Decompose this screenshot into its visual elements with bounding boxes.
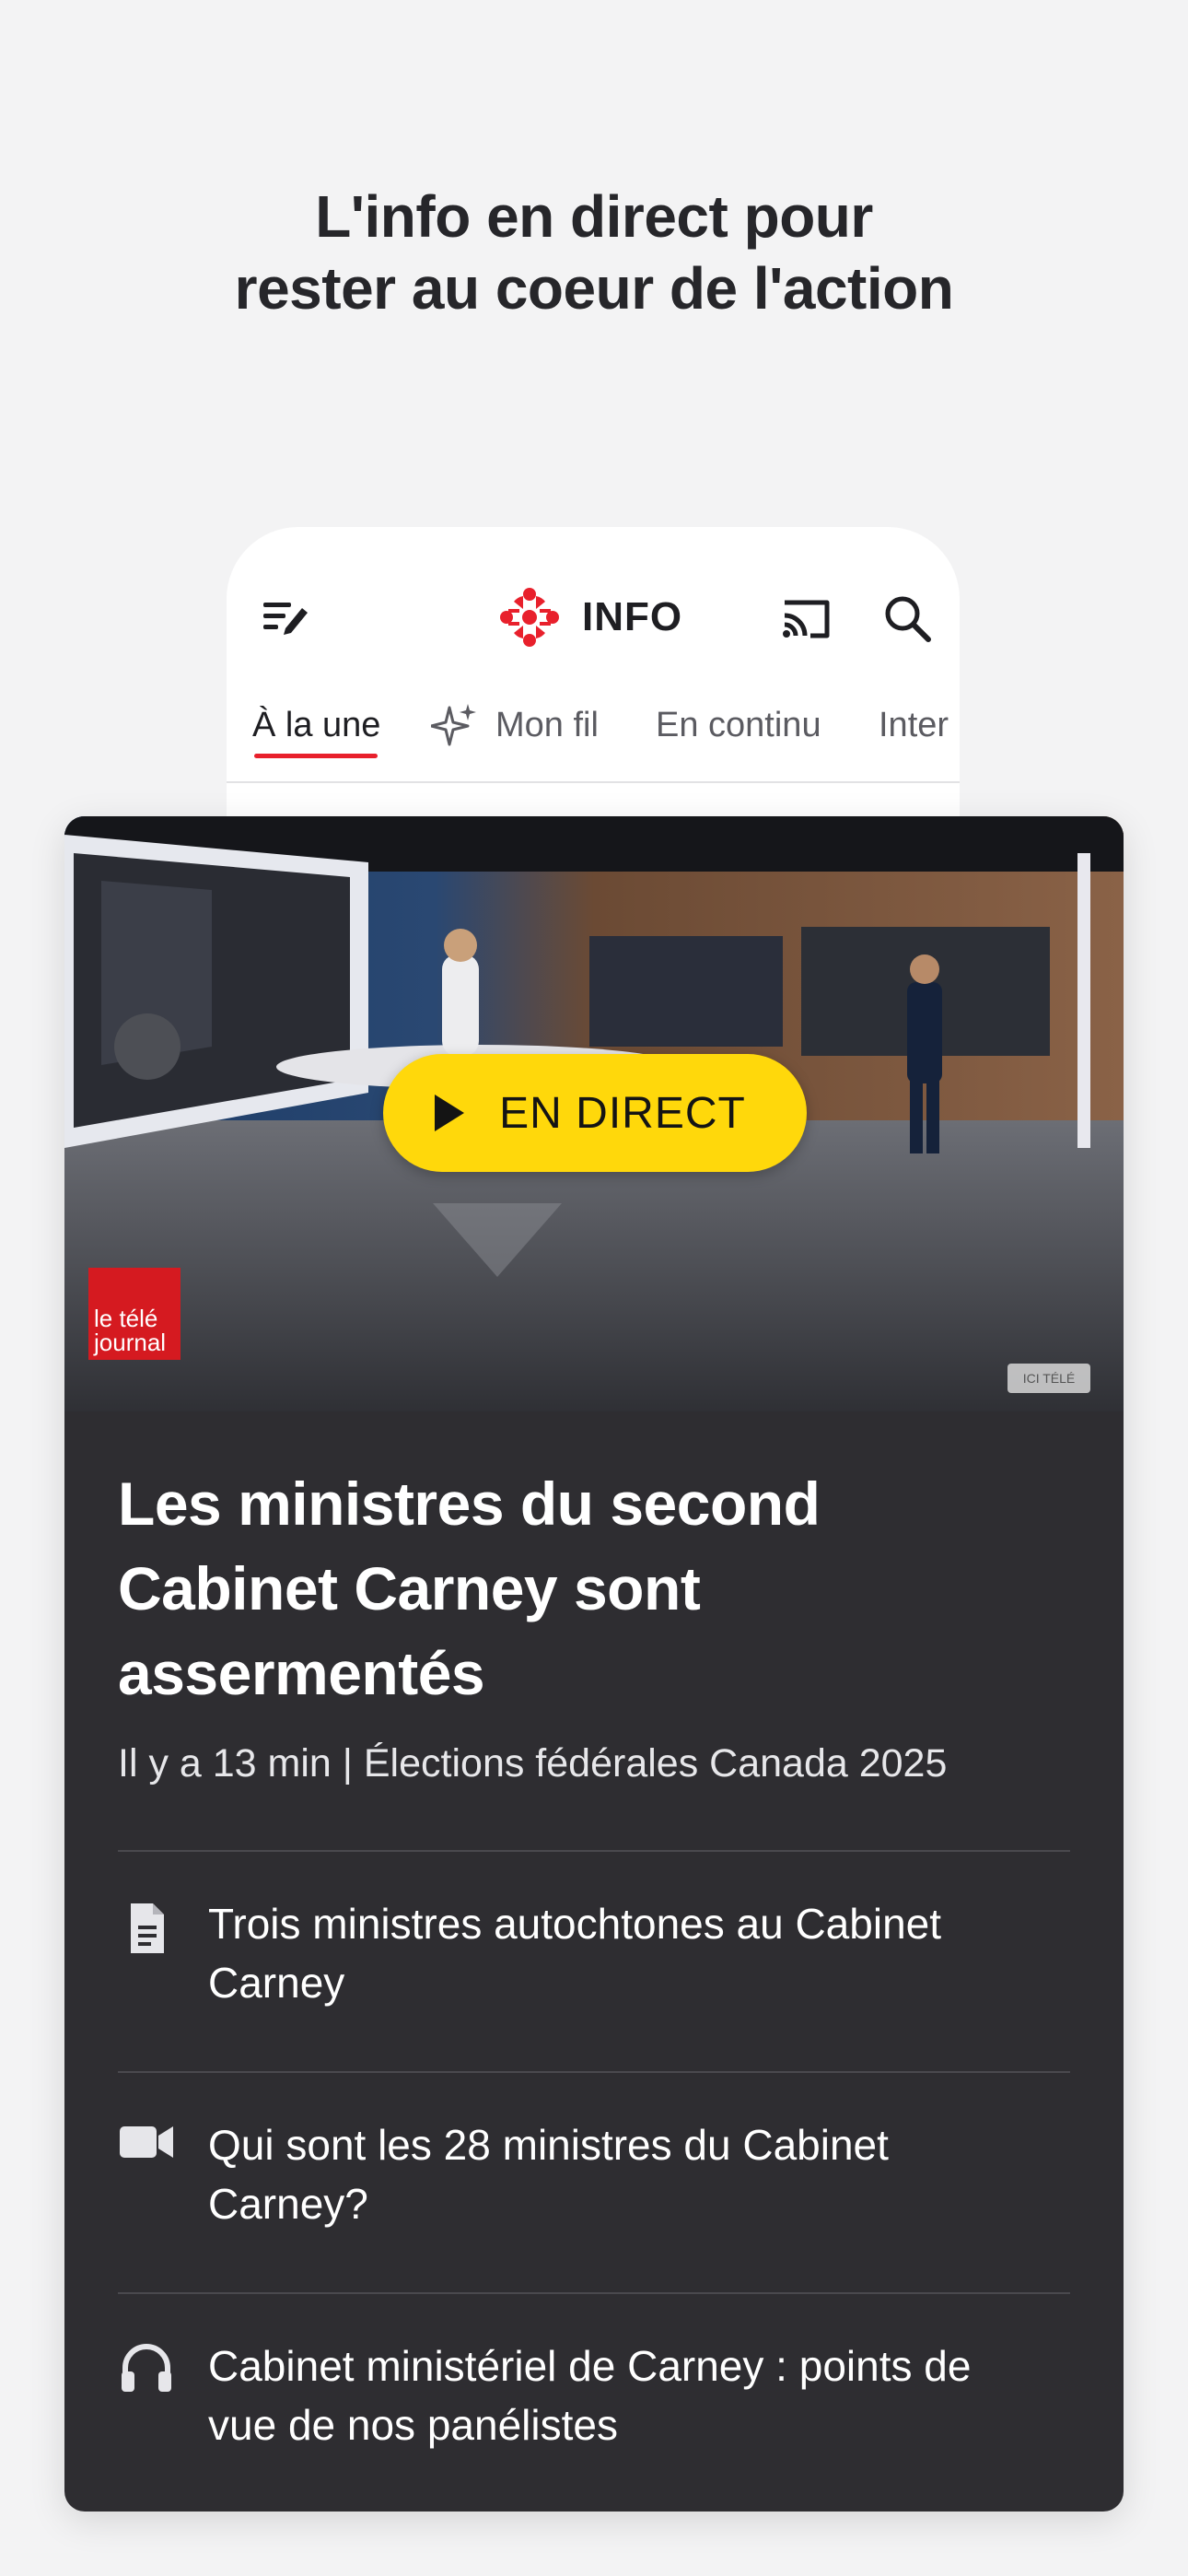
channel-logo-line-2: journal (94, 1329, 167, 1356)
app-bar: INFO (227, 527, 960, 674)
brand-text: INFO (582, 594, 683, 639)
video-camera-icon (120, 2126, 173, 2158)
tab-a-la-une[interactable]: À la une (252, 693, 380, 781)
channel-logo-line-1: le télé (94, 1305, 158, 1332)
tab-en-continu[interactable]: En continu (656, 693, 821, 781)
search-icon[interactable] (882, 593, 932, 643)
tab-mon-fil[interactable]: Mon fil (495, 693, 599, 781)
article-meta: Il y a 13 min | Élections fédérales Cana… (118, 1741, 948, 1786)
play-icon (435, 1095, 465, 1131)
live-label: EN DIRECT (499, 1088, 746, 1138)
tab-inter[interactable]: Inter (879, 693, 949, 781)
tab-bar: À la une Mon fil En continu Inter (227, 693, 960, 783)
tab-label: À la une (252, 706, 381, 744)
promo-headline-line-2: rester au coeur de l'action (234, 255, 954, 322)
article-title-line-1: Les ministres du second (118, 1469, 821, 1538)
menu-edit-icon[interactable] (262, 597, 313, 638)
live-story-card[interactable]: EN DIRECT le télé journal ICI TÉLÉ Les m… (64, 816, 1124, 2512)
document-icon (131, 1903, 164, 1953)
tab-label: Mon fil (495, 706, 599, 744)
live-button[interactable]: EN DIRECT (383, 1054, 807, 1172)
active-tab-indicator (254, 754, 378, 758)
video-player[interactable]: EN DIRECT le télé journal ICI TÉLÉ (64, 816, 1124, 1411)
related-line-2: Carney? (208, 2180, 368, 2228)
tab-label: Inter (879, 706, 949, 744)
related-item-text: Trois ministres autochtones au Cabinet C… (208, 1894, 1092, 2012)
related-line-1: Trois ministres autochtones au Cabinet (208, 1900, 942, 1948)
headphones-icon (122, 2344, 171, 2392)
promo-headline: L'info en direct pour rester au coeur de… (0, 181, 1188, 324)
related-item-text: Cabinet ministériel de Carney : points d… (208, 2336, 1092, 2454)
network-badge: ICI TÉLÉ (1007, 1364, 1090, 1393)
article-title-line-3: assermentés (118, 1639, 485, 1707)
channel-logo: le télé journal (88, 1268, 181, 1360)
related-line-2: Carney (208, 1959, 345, 2007)
article-title-line-2: Cabinet Carney sont (118, 1554, 701, 1622)
related-line-1: Qui sont les 28 ministres du Cabinet (208, 2121, 889, 2169)
divider (118, 1850, 1070, 1852)
related-line-1: Cabinet ministériel de Carney : points d… (208, 2342, 972, 2390)
tab-label: En continu (656, 706, 821, 744)
brand-logo[interactable]: INFO (497, 584, 682, 650)
sparkle-icon (431, 704, 476, 746)
cast-icon[interactable] (779, 595, 833, 641)
article-title[interactable]: Les ministres du second Cabinet Carney s… (118, 1461, 1076, 1715)
divider (118, 2071, 1070, 2073)
related-item-text: Qui sont les 28 ministres du Cabinet Car… (208, 2115, 1092, 2233)
divider (118, 2292, 1070, 2294)
promo-headline-line-1: L'info en direct pour (315, 183, 873, 250)
radio-canada-gem-icon (500, 588, 559, 647)
related-line-2: vue de nos panélistes (208, 2401, 618, 2449)
